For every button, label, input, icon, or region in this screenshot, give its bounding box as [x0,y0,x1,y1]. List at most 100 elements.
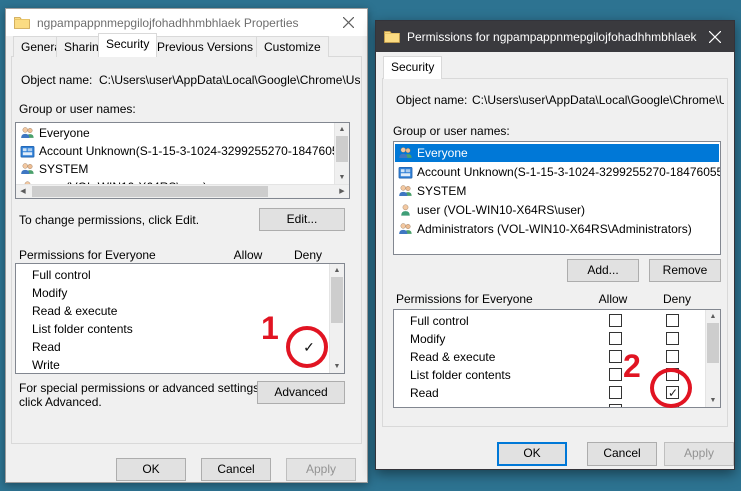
permission-row-read-execute[interactable]: Read & execute [395,348,495,366]
group-user-listbox: Everyone Account Unknown(S-1-15-3-1024-3… [393,141,721,255]
permission-row-modify[interactable]: Modify [17,284,67,302]
scrollbar-thumb[interactable] [336,136,348,162]
scroll-up-icon[interactable]: ▲ [706,310,720,323]
cancel-button[interactable]: Cancel [201,458,271,481]
tab-security[interactable]: Security [383,56,443,79]
scrollbar-thumb[interactable] [32,186,268,197]
list-item-system[interactable]: SYSTEM [17,160,333,178]
vertical-scrollbar[interactable]: ▲ ▼ [334,123,349,184]
scrollbar-thumb[interactable] [707,323,719,363]
list-item-label: Account Unknown(S-1-15-3-1024-3299255270… [417,165,721,179]
horizontal-scrollbar[interactable]: ◀ ▶ [16,184,349,198]
folder-icon [14,17,30,29]
scroll-left-icon[interactable]: ◀ [16,185,30,198]
window-title: Permissions for ngpampappnmepgilojfohadh… [407,29,697,44]
list-item-label: user (VOL-WIN10-X64RS\user) [417,203,586,217]
list-item-label: Everyone [417,146,468,160]
permission-row-full-control[interactable]: Full control [17,266,91,284]
group-list-label: Group or user names: [19,102,136,116]
vertical-scrollbar[interactable]: ▲ ▼ [329,264,344,373]
annotation-step-2: 2 [623,348,641,384]
object-name-value: C:\Users\user\AppData\Local\Google\Chrom… [99,73,361,87]
group-icon [399,146,412,158]
advanced-hint-line1: For special permissions or advanced sett… [19,381,263,395]
deny-checkbox-modify[interactable] [666,332,679,345]
edit-button[interactable]: Edit... [259,208,345,231]
apply-button[interactable]: Apply [664,442,734,466]
allow-checkbox-modify[interactable] [609,332,622,345]
group-icon [21,162,34,174]
permissions-label: Permissions for Everyone [19,248,156,262]
list-item-system[interactable]: SYSTEM [395,182,719,200]
tab-security[interactable]: Security [98,33,158,57]
scroll-down-icon[interactable]: ▼ [706,394,720,407]
unknown-account-icon [398,166,413,178]
ok-button[interactable]: OK [497,442,567,466]
list-item-label: Account Unknown(S-1-15-3-1024-3299255270… [39,144,350,158]
list-item-everyone[interactable]: Everyone [17,124,333,142]
properties-dialog: ngpampappnmepgilojfohadhhmbhlaek Propert… [5,8,368,483]
allow-header: Allow [598,292,628,306]
permission-row-write[interactable]: Write [17,356,60,373]
list-item-user[interactable]: user (VOL-WIN10-X64RS\user) [395,201,719,219]
permission-row-list-folder-contents[interactable]: List folder contents [17,320,133,338]
deny-header: Deny [293,248,322,262]
close-button[interactable] [704,27,726,47]
allow-checkbox-full-control[interactable] [609,314,622,327]
allow-checkbox-write[interactable] [609,404,622,407]
vertical-scrollbar[interactable]: ▲ ▼ [705,310,720,407]
group-icon [399,184,412,196]
scroll-up-icon[interactable]: ▲ [330,264,344,277]
window-title: ngpampappnmepgilojfohadhhmbhlaek Propert… [37,15,299,30]
permission-row-read[interactable]: Read [395,384,439,402]
annotation-circle-1 [286,326,328,368]
scrollbar-thumb[interactable] [331,277,343,323]
annotation-step-1: 1 [261,310,279,346]
permission-row-read-execute[interactable]: Read & execute [17,302,117,320]
list-item-account-unknown[interactable]: Account Unknown(S-1-15-3-1024-3299255270… [395,163,721,181]
unknown-account-icon [20,145,35,157]
scroll-up-icon[interactable]: ▲ [335,123,349,136]
cancel-button[interactable]: Cancel [587,442,657,466]
apply-button[interactable]: Apply [286,458,356,481]
advanced-hint-line2: click Advanced. [19,395,102,409]
object-name-label: Object name: [21,73,93,87]
list-item-everyone[interactable]: Everyone [395,144,719,162]
allow-checkbox-read-execute[interactable] [609,350,622,363]
list-item-administrators[interactable]: Administrators (VOL-WIN10-X64RS\Administ… [395,220,719,238]
object-name-label: Object name: [396,93,468,107]
list-item-label: SYSTEM [39,162,89,176]
group-icon [399,222,412,234]
permission-row-full-control[interactable]: Full control [395,312,469,330]
edit-hint: To change permissions, click Edit. [19,213,200,227]
group-user-listbox: Everyone Account Unknown(S-1-15-3-1024-3… [15,122,350,199]
object-name-value: C:\Users\user\AppData\Local\Google\Chrom… [472,93,724,107]
deny-checkbox-read-execute[interactable] [666,350,679,363]
close-button[interactable] [337,13,359,33]
group-icon [21,126,34,138]
advanced-button[interactable]: Advanced [257,381,345,404]
folder-icon [384,31,400,43]
allow-checkbox-read[interactable] [609,386,622,399]
remove-button[interactable]: Remove [649,259,721,282]
permission-row-list-folder-contents[interactable]: List folder contents [395,366,511,384]
permission-row-read[interactable]: Read [17,338,61,356]
allow-checkbox-list-folder-contents[interactable] [609,368,622,381]
properties-titlebar: ngpampappnmepgilojfohadhhmbhlaek Propert… [6,9,367,36]
permissions-titlebar: Permissions for ngpampappnmepgilojfohadh… [376,21,734,52]
list-item-account-unknown[interactable]: Account Unknown(S-1-15-3-1024-3299255270… [17,142,349,160]
close-icon [342,17,354,28]
user-icon [401,203,410,216]
annotation-circle-2 [650,368,692,408]
group-list-label: Group or user names: [393,124,510,138]
scroll-down-icon[interactable]: ▼ [335,171,349,184]
list-item-label: Administrators (VOL-WIN10-X64RS\Administ… [417,222,692,236]
scroll-right-icon[interactable]: ▶ [335,185,349,198]
permission-row-modify[interactable]: Modify [395,330,445,348]
ok-button[interactable]: OK [116,458,186,481]
tab-previous-versions[interactable]: Previous Versions [149,36,262,57]
scroll-down-icon[interactable]: ▼ [330,360,344,373]
add-button[interactable]: Add... [567,259,639,282]
deny-checkbox-full-control[interactable] [666,314,679,327]
tab-customize[interactable]: Customize [256,36,329,57]
